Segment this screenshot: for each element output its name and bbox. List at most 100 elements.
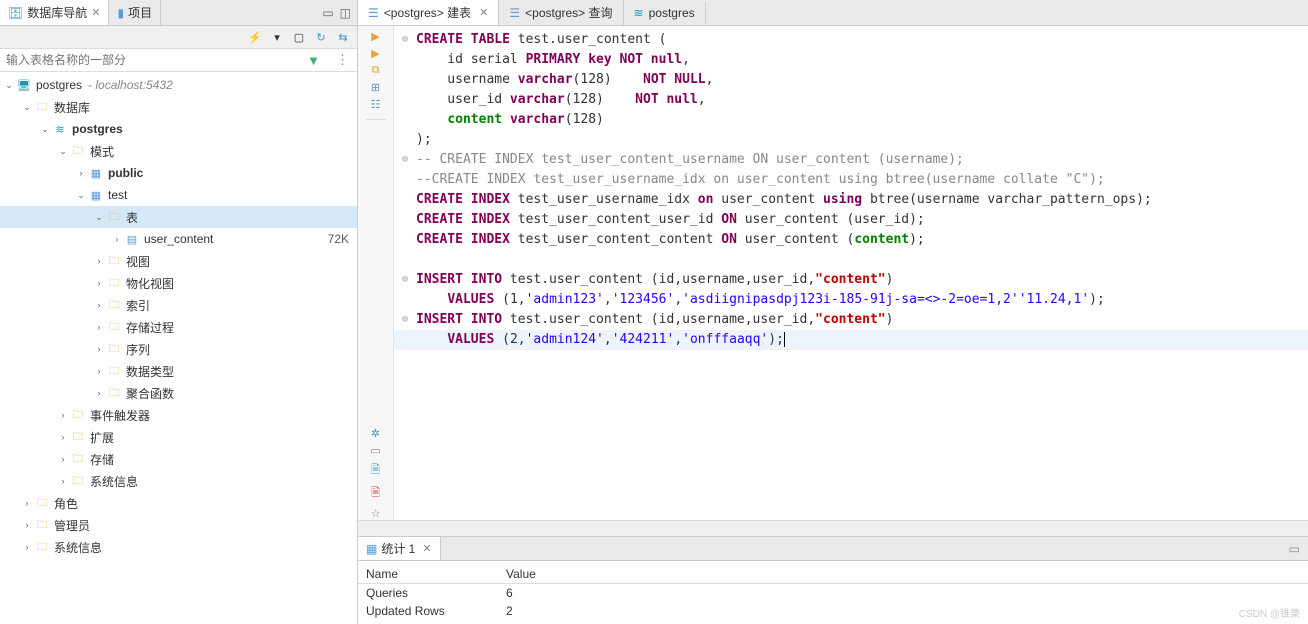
folder-icon: 🗀 xyxy=(34,518,50,532)
sql-icon: ☰ xyxy=(368,6,379,20)
table-row: Updated Rows 2 xyxy=(358,602,1308,620)
db-icon: ≋ xyxy=(634,6,644,20)
folder-icon: 🗀 xyxy=(34,100,50,114)
folder-icon: 🗀 xyxy=(106,298,122,312)
filter-icon[interactable]: ▼ xyxy=(299,53,328,68)
folder-icon: 🗀 xyxy=(70,452,86,466)
folder-icon: 🗀 xyxy=(106,364,122,378)
tree-item[interactable]: 🗀事件触发器 xyxy=(0,404,357,426)
close-icon[interactable]: ✕ xyxy=(91,6,100,19)
settings-icon[interactable]: ✲ xyxy=(371,427,380,440)
table-icon: ▤ xyxy=(124,232,140,246)
grid-icon: ▦ xyxy=(366,542,377,556)
folder-icon: 🗀 xyxy=(106,320,122,334)
editor-area: ▶ ▶ ⧉ ⊞ ☷ ✲ ▭ 🗎 🗎 ☆ ⊖CREATE TABLE test.u… xyxy=(358,26,1308,520)
tree-item[interactable]: 🗀扩展 xyxy=(0,426,357,448)
file-icon[interactable]: 🗎 xyxy=(371,461,380,480)
minimize-icon[interactable]: ▭ xyxy=(322,6,333,20)
editor-tabs: ☰ <postgres> 建表 ✕ ☰ <postgres> 查询 ≋ post… xyxy=(358,0,1308,26)
tree-item[interactable]: 🗀系统信息 xyxy=(0,536,357,558)
tree-schemas-folder[interactable]: 🗀 模式 xyxy=(0,140,357,162)
tree-item[interactable]: 🗀索引 xyxy=(0,294,357,316)
schema-icon: ▦ xyxy=(88,166,104,180)
sidebar-tabs: 🗄 数据库导航 ✕ ▮ 项目 ▭ ◫ xyxy=(0,0,357,26)
database-icon: 🖥 xyxy=(16,78,32,92)
project-icon: ▮ xyxy=(117,6,124,20)
tab-stats[interactable]: ▦ 统计 1 ✕ xyxy=(358,537,441,560)
tool-icon[interactable]: ⊞ xyxy=(371,81,380,94)
folder-icon: 🗀 xyxy=(70,430,86,444)
tree-item[interactable]: 🗀角色 xyxy=(0,492,357,514)
folder-icon: 🗀 xyxy=(106,386,122,400)
tab-postgres[interactable]: ≋ postgres xyxy=(624,2,706,24)
tree-schema-test[interactable]: ▦ test xyxy=(0,184,357,206)
tab-query[interactable]: ☰ <postgres> 查询 xyxy=(499,0,623,25)
tree-item[interactable]: 🗀存储 xyxy=(0,448,357,470)
results-panel: ▦ 统计 1 ✕ ▭ Name Value Queries 6 Updated … xyxy=(358,536,1308,624)
tree-databases-folder[interactable]: 🗀 数据库 xyxy=(0,96,357,118)
menu-icon[interactable]: ⋮ xyxy=(328,52,357,68)
tree-item[interactable]: 🗀数据类型 xyxy=(0,360,357,382)
db-tree: 🖥 postgres - localhost:5432 🗀 数据库 ≋ post… xyxy=(0,72,357,624)
panel-icon[interactable]: ▭ xyxy=(370,444,380,457)
editor-gutter: ▶ ▶ ⧉ ⊞ ☷ ✲ ▭ 🗎 🗎 ☆ xyxy=(358,26,394,520)
tab-create-table[interactable]: ☰ <postgres> 建表 ✕ xyxy=(358,0,499,25)
column-header-name[interactable]: Name xyxy=(358,565,498,583)
column-header-value[interactable]: Value xyxy=(498,565,698,583)
run-icon[interactable]: ▶ xyxy=(371,30,379,43)
folder-icon: 🗀 xyxy=(70,144,86,158)
tree-item[interactable]: 🗀管理员 xyxy=(0,514,357,536)
search-input[interactable] xyxy=(0,49,299,71)
explain-icon[interactable]: ⧉ xyxy=(372,64,380,77)
run-script-icon[interactable]: ▶ xyxy=(371,47,379,60)
folder-icon: 🗀 xyxy=(70,408,86,422)
close-icon[interactable]: ✕ xyxy=(422,542,431,555)
refresh-icon[interactable]: ↻ xyxy=(313,29,329,45)
search-row: ▼ ⋮ xyxy=(0,49,357,72)
tree-item[interactable]: 🗀聚合函数 xyxy=(0,382,357,404)
dropdown-icon[interactable]: ▾ xyxy=(269,29,285,45)
sql-editor[interactable]: ⊖CREATE TABLE test.user_content ( id ser… xyxy=(394,26,1308,520)
save-icon[interactable]: ☷ xyxy=(371,98,381,111)
stats-table: Name Value Queries 6 Updated Rows 2 xyxy=(358,561,1308,624)
tree-connection[interactable]: 🖥 postgres - localhost:5432 xyxy=(0,74,357,96)
tab-label: 项目 xyxy=(128,4,152,21)
tree-item[interactable]: 🗀物化视图 xyxy=(0,272,357,294)
restore-icon[interactable]: ◫ xyxy=(340,6,351,20)
tree-table-user-content[interactable]: ▤ user_content 72K xyxy=(0,228,357,250)
schema-icon: ▦ xyxy=(88,188,104,202)
horizontal-scrollbar[interactable] xyxy=(358,520,1308,536)
favorite-icon[interactable]: ☆ xyxy=(371,507,381,520)
tab-db-navigator[interactable]: 🗄 数据库导航 ✕ xyxy=(0,0,109,25)
tree-item[interactable]: 🗀序列 xyxy=(0,338,357,360)
folder-icon: 🗀 xyxy=(34,540,50,554)
folder-icon: 🗀 xyxy=(106,342,122,356)
plug-icon[interactable]: ⚡ xyxy=(247,29,263,45)
table-row: Queries 6 xyxy=(358,584,1308,602)
sidebar-toolbar: ⚡ ▾ ▢ ↻ ⇆ xyxy=(0,26,357,49)
close-icon[interactable]: ✕ xyxy=(479,6,488,19)
file2-icon[interactable]: 🗎 xyxy=(371,484,380,503)
sql-icon: ☰ xyxy=(509,6,520,20)
folder-icon: 🗀 xyxy=(106,276,122,290)
results-tabs: ▦ 统计 1 ✕ ▭ xyxy=(358,537,1308,561)
db-icon: ≋ xyxy=(52,122,68,136)
tree-tables-folder[interactable]: 🗀 表 xyxy=(0,206,357,228)
tree-item[interactable]: 🗀系统信息 xyxy=(0,470,357,492)
tree-database[interactable]: ≋ postgres xyxy=(0,118,357,140)
folder-icon: 🗀 xyxy=(34,496,50,510)
tab-label: 数据库导航 xyxy=(27,4,87,21)
maximize-icon[interactable]: ▭ xyxy=(1281,542,1308,556)
folder-icon: 🗀 xyxy=(106,254,122,268)
watermark: CSDN @锥栗 xyxy=(1239,605,1300,620)
folder-icon: 🗀 xyxy=(106,210,122,224)
commit-icon[interactable]: ⇆ xyxy=(335,29,351,45)
tab-project[interactable]: ▮ 项目 xyxy=(109,0,161,25)
tree-schema-public[interactable]: ▦ public xyxy=(0,162,357,184)
editor-panel: ☰ <postgres> 建表 ✕ ☰ <postgres> 查询 ≋ post… xyxy=(358,0,1308,624)
sidebar: 🗄 数据库导航 ✕ ▮ 项目 ▭ ◫ ⚡ ▾ ▢ ↻ ⇆ ▼ ⋮ xyxy=(0,0,358,624)
new-icon[interactable]: ▢ xyxy=(291,29,307,45)
tree-item[interactable]: 🗀视图 xyxy=(0,250,357,272)
tree-item[interactable]: 🗀存储过程 xyxy=(0,316,357,338)
database-icon: 🗄 xyxy=(8,6,23,20)
